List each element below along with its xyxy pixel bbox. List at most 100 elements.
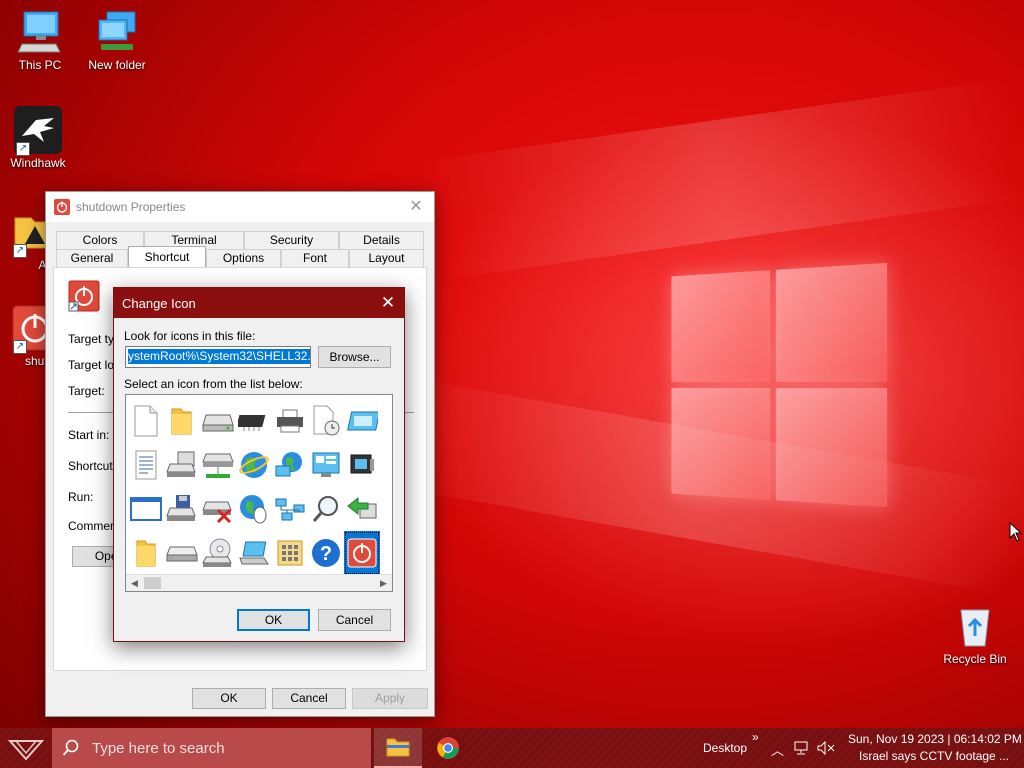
globe-monitor-icon[interactable] [272, 443, 308, 487]
icon-file-path-value: ystemRoot%\System32\SHELL32.dll [128, 349, 310, 364]
taskbar-chrome[interactable] [424, 728, 472, 768]
desktop-icon-label: Recycle Bin [943, 652, 1007, 666]
shortcut-power-icon[interactable] [68, 280, 100, 312]
tab-shortcut[interactable]: Shortcut [128, 246, 206, 268]
scroll-right-icon[interactable]: ▶ [375, 575, 392, 591]
partial-icon[interactable] [380, 531, 392, 575]
desktop-icon-label: Windhawk [10, 156, 66, 170]
removable-drive-icon[interactable] [164, 531, 200, 575]
close-button[interactable]: ✕ [378, 293, 398, 313]
network-icon[interactable] [794, 741, 812, 755]
memory-chip-icon[interactable] [236, 399, 272, 443]
start-button[interactable] [0, 728, 52, 768]
file-explorer-icon [386, 738, 410, 757]
icon-list[interactable]: ? ◀ ▶ [125, 394, 393, 592]
desktop-icon-label: This PC [18, 58, 62, 72]
light-beam [414, 78, 1024, 282]
network-icon[interactable] [272, 487, 308, 531]
cd-drive-icon[interactable] [200, 531, 236, 575]
recycle-bin-icon [951, 602, 999, 650]
svg-text:?: ? [320, 543, 332, 565]
partial-icon[interactable] [380, 443, 392, 487]
window-frame-icon[interactable] [344, 399, 380, 443]
scroll-left-icon[interactable]: ◀ [126, 575, 143, 591]
folder-closed-icon[interactable] [128, 531, 164, 575]
desktop-toolbar-label[interactable]: Desktop [703, 741, 747, 755]
globe-mouse-icon[interactable] [236, 487, 272, 531]
text-document-icon[interactable] [128, 443, 164, 487]
power-icon[interactable] [344, 531, 380, 575]
magnifier-icon[interactable] [308, 487, 344, 531]
control-panel-icon[interactable] [308, 443, 344, 487]
browse-button[interactable]: Browse... [318, 346, 391, 368]
icon-grid: ? [128, 399, 392, 575]
tab-options[interactable]: Options [206, 249, 281, 267]
shortcut-arrow-icon: ↗ [13, 340, 27, 354]
blank-document-icon[interactable] [128, 399, 164, 443]
cancel-button[interactable]: Cancel [272, 688, 346, 709]
taskbar-file-explorer[interactable] [374, 728, 422, 768]
shortcut-arrow-icon: ↗ [13, 244, 27, 258]
disconnected-drive-icon[interactable] [200, 487, 236, 531]
search-placeholder: Type here to search [92, 739, 225, 757]
projector-icon[interactable] [344, 443, 380, 487]
search-box[interactable]: Type here to search [52, 728, 372, 768]
folder-icon[interactable] [164, 399, 200, 443]
application-window-icon[interactable] [128, 487, 164, 531]
internet-globe-icon[interactable] [236, 443, 272, 487]
drive-icon[interactable] [200, 399, 236, 443]
keypad-icon[interactable] [272, 531, 308, 575]
window-title: shutdown Properties [76, 200, 186, 214]
tab-details[interactable]: Details [339, 231, 424, 249]
target-label: Target: [68, 384, 105, 398]
printer-icon[interactable] [272, 399, 308, 443]
start-icon [7, 740, 45, 761]
windhawk-icon: ↗ [14, 106, 62, 156]
dialog-title: Change Icon [122, 295, 196, 311]
partial-icon[interactable] [380, 399, 392, 443]
document-clock-icon[interactable] [308, 399, 344, 443]
close-button[interactable]: ✕ [406, 197, 426, 217]
news-ticker[interactable]: Israel says CCTV footage ... [859, 749, 1009, 763]
taskbar: Type here to search Desktop » ︿ Sun, Nov… [0, 728, 1024, 768]
cancel-button[interactable]: Cancel [318, 609, 391, 631]
clock-datetime[interactable]: Sun, Nov 19 2023 | 06:14:02 PM [848, 732, 1022, 746]
desktop-icon-new-folder[interactable]: New folder [77, 8, 157, 72]
tab-row-top: Colors Terminal Security Details [56, 231, 424, 249]
tab-layout[interactable]: Layout [349, 249, 424, 267]
network-computers-icon [93, 8, 141, 56]
desktop-icon-recycle-bin[interactable]: Recycle Bin [935, 602, 1015, 666]
floppy-drive-icon[interactable] [164, 487, 200, 531]
search-icon [62, 739, 79, 756]
toolbar-expand-icon[interactable]: » [752, 730, 759, 744]
volume-muted-icon[interactable] [817, 741, 835, 755]
laptop-icon[interactable] [236, 531, 272, 575]
horizontal-scrollbar[interactable]: ◀ ▶ [126, 574, 392, 591]
icon-file-path-input[interactable]: ystemRoot%\System32\SHELL32.dll [125, 346, 311, 368]
title-bar: shutdown Properties [46, 192, 434, 222]
tab-font[interactable]: Font [281, 249, 349, 267]
start-in-label: Start in: [68, 428, 110, 442]
apply-button[interactable]: Apply [352, 688, 428, 709]
tab-general[interactable]: General [56, 249, 128, 267]
scrollbar-thumb[interactable] [144, 577, 161, 589]
network-drive-icon[interactable] [164, 443, 200, 487]
look-for-icons-label: Look for icons in this file: [124, 329, 256, 343]
power-icon [54, 199, 70, 215]
title-bar: Change Icon [114, 288, 404, 318]
computer-icon [16, 8, 64, 56]
ok-button[interactable]: OK [237, 609, 310, 631]
tab-security[interactable]: Security [244, 231, 339, 249]
ok-button[interactable]: OK [192, 688, 266, 709]
desktop-icon-this-pc[interactable]: This PC [0, 8, 80, 72]
chevron-up-icon[interactable]: ︿ [771, 740, 784, 759]
green-arrow-icon[interactable] [344, 487, 380, 531]
desktop-icon-label: New folder [88, 58, 146, 72]
desktop-icon-windhawk[interactable]: ↗ Windhawk [0, 106, 78, 170]
network-server-icon[interactable] [200, 443, 236, 487]
change-icon-dialog: Change Icon ✕ Look for icons in this fil… [113, 287, 405, 642]
select-icon-label: Select an icon from the list below: [124, 377, 303, 391]
tab-row-bottom: General Shortcut Options Font Layout [56, 246, 424, 268]
partial-icon[interactable] [380, 487, 392, 531]
help-icon[interactable]: ? [308, 531, 344, 575]
